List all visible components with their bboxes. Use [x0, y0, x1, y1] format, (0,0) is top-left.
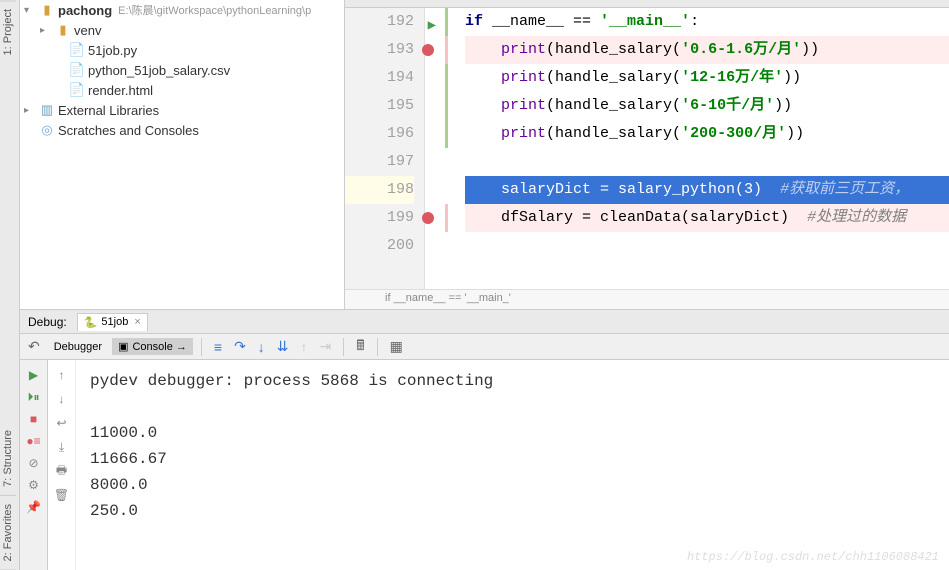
mute-breakpoints-button[interactable]: ⊘: [25, 454, 43, 472]
tree-scratches[interactable]: ◎ Scratches and Consoles: [20, 120, 344, 140]
tree-external-libs[interactable]: ▸ ▥ External Libraries: [20, 100, 344, 120]
settings-icon[interactable]: ⚙: [25, 476, 43, 494]
resume-button[interactable]: ⏵⏸: [25, 388, 43, 406]
tab-console[interactable]: ▣ Console →: [112, 338, 193, 355]
soft-wrap-icon[interactable]: ↩: [53, 414, 71, 432]
breadcrumb[interactable]: if __name__ == '__main_': [345, 289, 949, 309]
console-output[interactable]: pydev debugger: process 5868 is connecti…: [76, 360, 949, 570]
expand-icon[interactable]: ▸: [40, 25, 54, 36]
folder-icon: ▮: [38, 2, 56, 18]
tab-project[interactable]: 1: Project: [0, 0, 16, 63]
html-file-icon: 📄: [68, 82, 86, 98]
tree-venv[interactable]: ▸ ▮ venv: [20, 20, 344, 40]
step-out-icon[interactable]: ↑: [297, 337, 312, 357]
force-step-into-icon[interactable]: ⇊: [273, 336, 293, 357]
scroll-down-icon[interactable]: ↓: [53, 390, 71, 408]
calculator-icon[interactable]: ▦: [386, 336, 407, 357]
expand-icon[interactable]: ▸: [24, 105, 38, 116]
scroll-up-icon[interactable]: ↑: [53, 366, 71, 384]
python-file-icon: 📄: [68, 42, 86, 58]
step-into-my-icon[interactable]: ↓: [254, 337, 269, 357]
tree-file-51job[interactable]: 📄 51job.py: [20, 40, 344, 60]
tree-file-html[interactable]: 📄 render.html: [20, 80, 344, 100]
editor-tabs-bar: [345, 0, 949, 8]
evaluate-icon[interactable]: 🖩: [352, 333, 368, 361]
watermark: https://blog.csdn.net/chh1106088421: [687, 550, 939, 564]
debug-panel: Debug: 🐍 51job × ↶ Debugger ▣ Console → …: [20, 310, 949, 570]
code-content[interactable]: if __name__ == '__main__': print(handle_…: [425, 8, 949, 289]
console-icon: ▣: [118, 340, 128, 353]
scroll-end-icon[interactable]: ⤓: [53, 438, 71, 456]
tab-favorites[interactable]: 2: Favorites: [0, 496, 16, 570]
pin-icon[interactable]: 📌: [25, 498, 43, 516]
debug-tab-51job[interactable]: 🐍 51job ×: [77, 313, 148, 331]
code-editor[interactable]: 192▶ 193 194 195 196 197 198 199 200 if …: [345, 0, 949, 309]
view-breakpoints-button[interactable]: ●≡: [25, 432, 43, 450]
rerun-button[interactable]: ▶: [25, 366, 43, 384]
folder-icon: ▮: [54, 22, 72, 38]
tree-root-pachong[interactable]: ▾ ▮ pachong E:\陈晨\gitWorkspace\pythonLea…: [20, 0, 344, 20]
run-to-cursor-icon[interactable]: ⇥: [316, 336, 336, 357]
restore-layout-icon[interactable]: ↶: [24, 336, 44, 357]
step-over-icon[interactable]: ≡: [210, 337, 226, 357]
step-into-icon[interactable]: ↷: [230, 336, 250, 357]
clear-icon[interactable]: 🗑: [53, 486, 71, 504]
csv-file-icon: 📄: [68, 62, 86, 78]
stop-button[interactable]: ■: [25, 410, 43, 428]
collapse-icon[interactable]: ▾: [24, 5, 38, 16]
tab-debugger[interactable]: Debugger: [48, 339, 108, 355]
library-icon: ▥: [38, 102, 56, 118]
project-tree[interactable]: ▾ ▮ pachong E:\陈晨\gitWorkspace\pythonLea…: [20, 0, 345, 309]
scratch-icon: ◎: [38, 122, 56, 138]
close-icon[interactable]: ×: [134, 316, 140, 328]
tree-file-csv[interactable]: 📄 python_51job_salary.csv: [20, 60, 344, 80]
tab-structure[interactable]: 7: Structure: [0, 422, 16, 496]
debug-title: Debug:: [28, 315, 67, 329]
gutter[interactable]: 192▶ 193 194 195 196 197 198 199 200: [345, 8, 425, 289]
python-file-icon: 🐍: [84, 316, 98, 329]
print-icon[interactable]: 🖶: [53, 462, 71, 480]
